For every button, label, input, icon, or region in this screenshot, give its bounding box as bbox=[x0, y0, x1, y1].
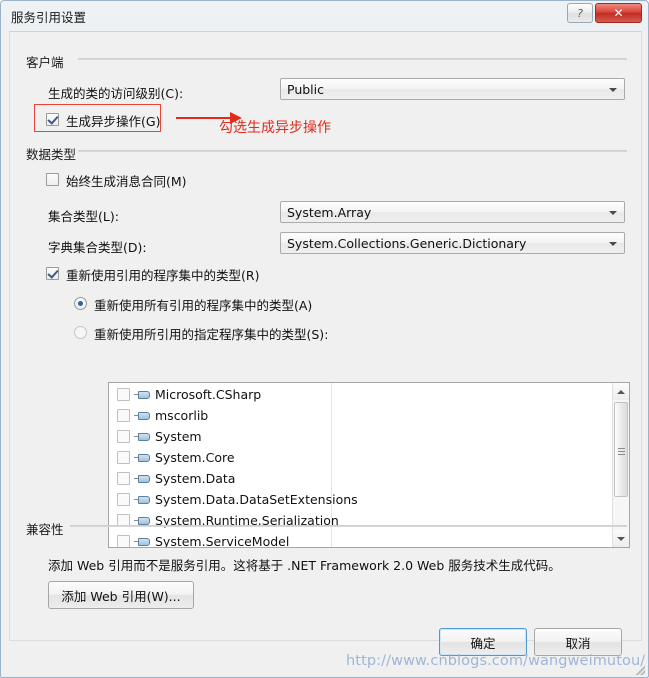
scrollbar-thumb[interactable] bbox=[614, 402, 628, 497]
assembly-list-rows: Microsoft.CSharp mscorlib System System.Cor… bbox=[109, 384, 612, 548]
chevron-down-icon bbox=[609, 211, 617, 215]
assembly-icon bbox=[134, 472, 151, 485]
list-item[interactable]: System.Runtime.Serialization bbox=[109, 510, 612, 531]
assembly-name: System.ServiceModel bbox=[155, 534, 290, 548]
reuse-specified-assemblies-label: 重新使用所引用的指定程序集中的类型(S): bbox=[94, 327, 329, 342]
list-item[interactable]: mscorlib bbox=[109, 405, 612, 426]
reuse-types-label: 重新使用引用的程序集中的类型(R) bbox=[66, 268, 260, 283]
client-group-line bbox=[78, 58, 627, 60]
always-generate-message-contracts-label: 始终生成消息合同(M) bbox=[66, 174, 187, 189]
chevron-down-icon bbox=[609, 88, 617, 92]
close-button[interactable]: ✕ bbox=[595, 3, 642, 23]
assembly-name: System.Data bbox=[155, 471, 236, 486]
grip-icon bbox=[618, 448, 625, 449]
access-level-value: Public bbox=[287, 82, 324, 97]
title-bar: 服务引用设置 ? ✕ bbox=[1, 1, 649, 29]
help-button[interactable]: ? bbox=[567, 3, 593, 23]
assembly-icon bbox=[134, 388, 151, 401]
reuse-all-assemblies-label: 重新使用所有引用的程序集中的类型(A) bbox=[94, 298, 313, 313]
window-title: 服务引用设置 bbox=[11, 10, 87, 25]
assembly-checkbox[interactable] bbox=[117, 430, 130, 443]
list-item[interactable]: System.ServiceModel bbox=[109, 531, 612, 548]
cancel-button[interactable]: 取消 bbox=[534, 628, 622, 656]
list-item[interactable]: System bbox=[109, 426, 612, 447]
assembly-icon bbox=[134, 409, 151, 422]
list-item[interactable]: System.Data bbox=[109, 468, 612, 489]
always-generate-message-contracts-checkbox[interactable] bbox=[46, 173, 59, 186]
annotation-highlight-box bbox=[34, 104, 161, 132]
assembly-checkbox[interactable] bbox=[117, 493, 130, 506]
assembly-icon bbox=[134, 430, 151, 443]
list-item[interactable]: System.Core bbox=[109, 447, 612, 468]
reuse-types-checkbox[interactable] bbox=[46, 267, 59, 280]
dictionary-type-combobox[interactable]: System.Collections.Generic.Dictionary bbox=[280, 232, 625, 254]
data-types-group-legend: 数据类型 bbox=[26, 144, 83, 163]
assembly-name: Microsoft.CSharp bbox=[155, 387, 262, 402]
assembly-checkbox[interactable] bbox=[117, 472, 130, 485]
access-level-combobox[interactable]: Public bbox=[280, 78, 625, 100]
watermark-url: http://www.cnblogs.com/wangweimutou/ bbox=[346, 653, 646, 669]
assembly-name: System bbox=[155, 429, 202, 444]
scroll-up-button[interactable] bbox=[613, 383, 629, 400]
reuse-specified-assemblies-radio[interactable] bbox=[74, 326, 87, 339]
reuse-all-assemblies-radio[interactable] bbox=[74, 297, 87, 310]
client-group-legend: 客户端 bbox=[26, 52, 70, 71]
assembly-checkbox[interactable] bbox=[117, 535, 130, 547]
list-item[interactable]: System.Data.DataSetExtensions bbox=[109, 489, 612, 510]
chevron-down-icon bbox=[609, 242, 617, 246]
compatibility-group-line bbox=[70, 525, 627, 527]
assembly-name: System.Core bbox=[155, 450, 235, 465]
assembly-list-scrollbar[interactable] bbox=[612, 383, 629, 547]
dictionary-type-value: System.Collections.Generic.Dictionary bbox=[287, 236, 527, 251]
ok-button[interactable]: 确定 bbox=[439, 628, 527, 656]
assembly-listbox[interactable]: Microsoft.CSharp mscorlib System System.Cor… bbox=[108, 382, 630, 548]
assembly-checkbox[interactable] bbox=[117, 409, 130, 422]
annotation-text: 勾选生成异步操作 bbox=[219, 120, 331, 136]
dictionary-type-label: 字典集合类型(D): bbox=[48, 240, 147, 255]
assembly-checkbox[interactable] bbox=[117, 451, 130, 464]
collection-type-combobox[interactable]: System.Array bbox=[280, 201, 625, 223]
assembly-name: mscorlib bbox=[155, 408, 209, 423]
data-types-group-line bbox=[78, 150, 627, 152]
compatibility-description: 添加 Web 引用而不是服务引用。这将基于 .NET Framework 2.0… bbox=[48, 558, 561, 573]
collection-type-label: 集合类型(L): bbox=[48, 209, 119, 224]
add-web-reference-button[interactable]: 添加 Web 引用(W)... bbox=[48, 581, 194, 609]
resize-grip-icon[interactable] bbox=[633, 663, 645, 675]
assembly-checkbox[interactable] bbox=[117, 388, 130, 401]
assembly-icon bbox=[134, 535, 151, 547]
assembly-icon bbox=[134, 493, 151, 506]
assembly-name: System.Data.DataSetExtensions bbox=[155, 492, 358, 507]
caret-down-icon bbox=[617, 536, 625, 541]
scroll-down-button[interactable] bbox=[613, 530, 629, 547]
assembly-icon bbox=[134, 451, 151, 464]
service-reference-settings-dialog: 服务引用设置 ? ✕ 客户端 生成的类的访问级别(C): Public 生成异步… bbox=[0, 0, 649, 678]
caret-up-icon bbox=[617, 389, 625, 394]
access-level-label: 生成的类的访问级别(C): bbox=[48, 86, 184, 101]
collection-type-value: System.Array bbox=[287, 205, 372, 220]
compatibility-group-legend: 兼容性 bbox=[26, 519, 70, 538]
list-item[interactable]: Microsoft.CSharp bbox=[109, 384, 612, 405]
